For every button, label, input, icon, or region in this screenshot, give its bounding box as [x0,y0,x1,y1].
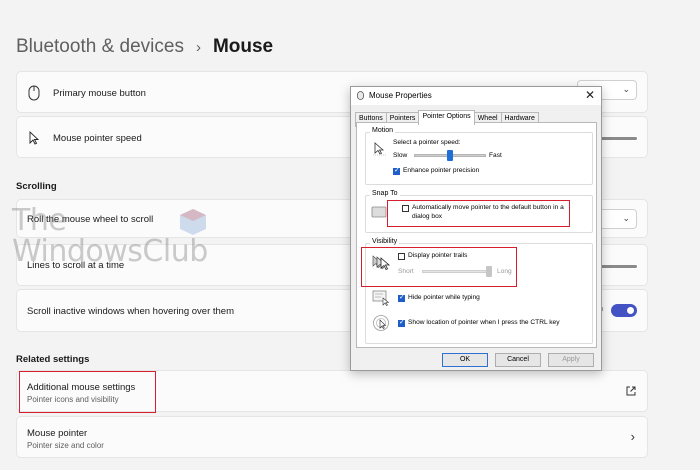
primary-mouse-button-label: Primary mouse button [53,88,146,99]
highlight-snap-to [387,200,570,227]
show-location-label: Show location of pointer when I press th… [408,319,560,326]
speed-fast-label: Fast [489,152,502,159]
mouse-properties-dialog: Mouse Properties ✕ Buttons Pointers Poin… [350,86,602,371]
scroll-inactive-toggle[interactable] [611,304,637,317]
scrolling-section-heading: Scrolling [16,181,57,192]
hide-pointer-icon [372,290,390,306]
highlight-pointer-trails [361,247,517,287]
chevron-right-icon: › [630,429,635,444]
pointer-options-panel: Motion Select a pointer speed: Slow Fast… [356,122,597,348]
tab-pointer-options[interactable]: Pointer Options [418,110,475,125]
show-location-checkbox[interactable] [398,318,405,327]
pointer-speed-prompt: Select a pointer speed: [393,139,461,146]
snap-to-group-label: Snap To [370,190,400,197]
chevron-down-icon: ⌄ [622,213,630,223]
external-link-icon [626,386,636,396]
related-settings-heading: Related settings [16,354,90,365]
show-location-icon [373,315,389,331]
cursor-icon [29,131,39,145]
motion-group-label: Motion [370,127,396,134]
speed-slow-label: Slow [393,152,408,159]
highlight-additional-mouse-settings [19,371,156,413]
dialog-title: Mouse Properties [369,91,432,100]
chevron-down-icon: ⌄ [622,84,630,94]
visibility-group-label: Visibility [370,238,400,245]
motion-group: Motion Select a pointer speed: Slow Fast… [365,127,593,185]
enhance-precision-checkbox[interactable] [393,166,400,175]
mouse-icon [28,85,40,101]
watermark-logo-icon [180,209,206,235]
breadcrumb: Bluetooth & devices › Mouse [16,36,273,58]
watermark-line-2: WindowsClub [12,234,208,269]
mouse-pointer-label: Mouse pointer [27,428,88,439]
hide-pointer-checkbox[interactable] [398,293,405,302]
scroll-inactive-label: Scroll inactive windows when hovering ov… [27,306,234,317]
pointer-motion-icon [373,142,386,156]
mouse-icon [357,91,364,100]
enhance-precision-label: Enhance pointer precision [403,167,480,174]
pointer-speed-label: Mouse pointer speed [53,133,142,144]
chevron-right-icon: › [195,38,201,56]
cancel-button[interactable]: Cancel [495,353,541,367]
apply-button[interactable]: Apply [548,353,594,367]
page-title: Mouse [212,36,274,57]
hide-pointer-label: Hide pointer while typing [408,294,480,301]
pointer-speed-slider[interactable] [597,137,637,140]
pointer-speed-thumb[interactable] [447,150,453,161]
lines-to-scroll-slider[interactable] [597,265,637,268]
ok-button[interactable]: OK [442,353,488,367]
close-icon[interactable]: ✕ [585,88,595,102]
dialog-titlebar[interactable]: Mouse Properties ✕ [351,87,601,105]
breadcrumb-parent-link[interactable]: Bluetooth & devices [16,36,184,58]
mouse-pointer-card[interactable]: Mouse pointer Pointer size and color › [16,416,648,458]
mouse-pointer-sub: Pointer size and color [27,441,104,450]
